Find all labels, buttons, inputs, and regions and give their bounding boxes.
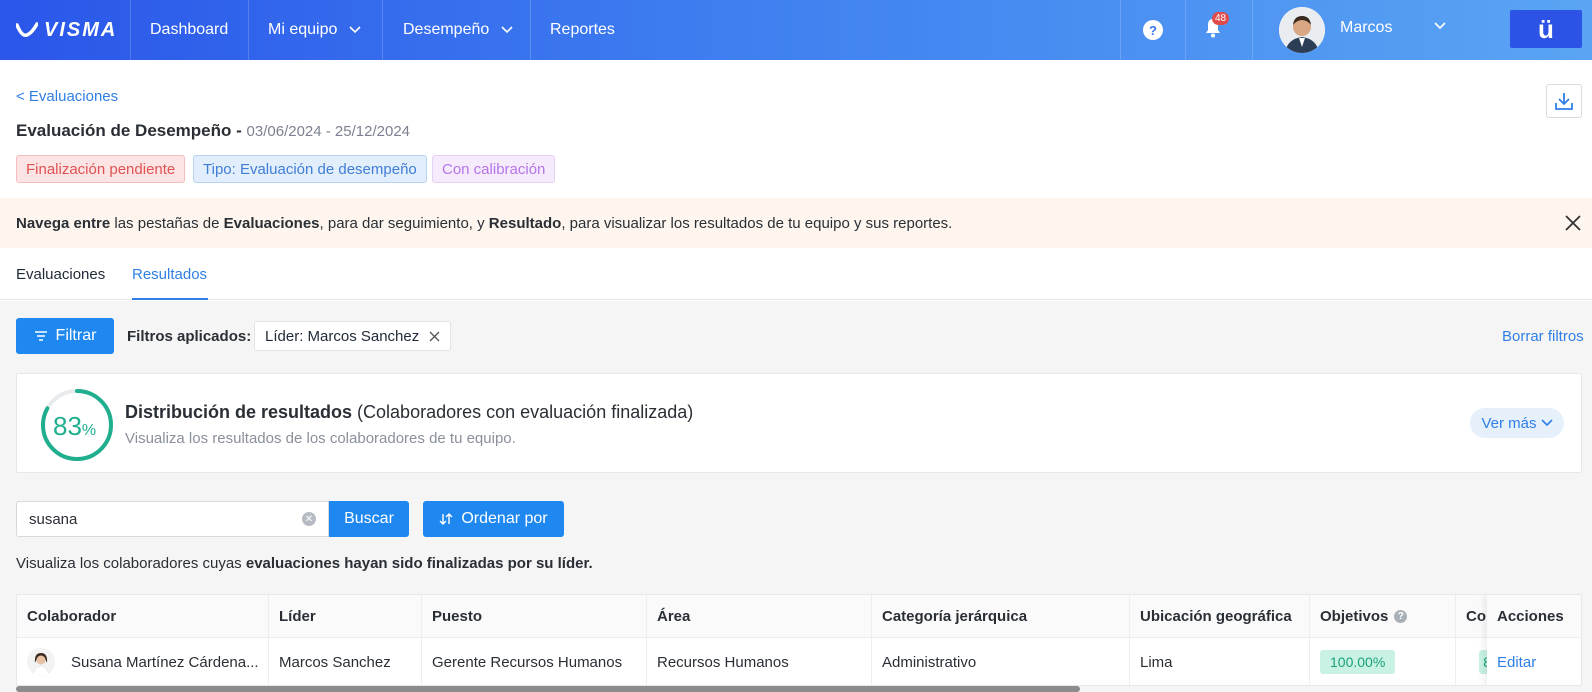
see-more-button[interactable]: Ver más — [1470, 408, 1564, 438]
clear-filters-link[interactable]: Borrar filtros — [1502, 328, 1584, 345]
active-tab-indicator — [132, 298, 208, 300]
sort-button[interactable]: Ordenar por — [423, 501, 564, 537]
visma-logo[interactable]: VISMA — [16, 18, 117, 42]
nav-desempeno-label: Desempeño — [403, 21, 490, 38]
top-navigation-bar: VISMA Dashboard Mi equipo Desempeño Repo… — [0, 0, 1592, 60]
table-cell-location: Lima — [1130, 638, 1310, 685]
info-banner: Navega entre las pestañas de Evaluacione… — [0, 198, 1592, 248]
nav-divider — [382, 0, 383, 60]
edit-link[interactable]: Editar — [1497, 654, 1536, 671]
column-header-category[interactable]: Categoría jerárquica — [872, 595, 1130, 638]
nav-reportes[interactable]: Reportes — [550, 0, 615, 60]
nav-mi-equipo-label: Mi equipo — [268, 21, 338, 38]
objectives-badge: 100.00% — [1320, 650, 1396, 674]
nav-dashboard-label: Dashboard — [150, 21, 229, 38]
type-badge: Tipo: Evaluación de desempeño — [193, 155, 427, 183]
distribution-title: Distribución de resultados (Colaboradore… — [125, 402, 694, 422]
filter-button-label: Filtrar — [55, 327, 97, 344]
app-switcher-button[interactable]: ü — [1510, 10, 1582, 48]
distribution-card: 83% Distribución de resultados (Colabora… — [16, 373, 1582, 473]
chevron-down-icon[interactable] — [1434, 22, 1446, 30]
filter-button[interactable]: Filtrar — [16, 318, 114, 354]
search-button[interactable]: Buscar — [329, 501, 409, 537]
tab-resultados[interactable]: Resultados — [132, 266, 207, 283]
user-name[interactable]: Marcos — [1340, 19, 1392, 37]
nav-dashboard[interactable]: Dashboard — [150, 0, 228, 60]
notification-badge: 48 — [1212, 12, 1230, 25]
table-hint: Visualiza los colaboradores cuyas evalua… — [16, 555, 593, 572]
results-table: Colaborador Líder Puesto Área Categoría … — [16, 594, 1582, 686]
table-cell-actions: Editar — [1487, 638, 1581, 685]
table-cell-category: Administrativo — [872, 638, 1130, 685]
column-header-actions: Acciones — [1487, 595, 1581, 638]
user-avatar-image — [1279, 7, 1325, 53]
table-cell-area: Recursos Humanos — [647, 638, 872, 685]
search-input[interactable] — [16, 501, 329, 537]
chevron-down-icon — [1540, 419, 1553, 427]
close-icon[interactable] — [1564, 214, 1582, 232]
help-icon[interactable]: ? — [1394, 609, 1408, 623]
collaborator-name[interactable]: Susana Martínez Cárdena... — [71, 654, 259, 671]
column-header-collaborator[interactable]: Colaborador — [17, 595, 269, 638]
nav-divider — [1185, 0, 1186, 60]
back-link[interactable]: < Evaluaciones — [16, 88, 118, 105]
nav-divider — [530, 0, 531, 60]
chevron-down-icon — [349, 26, 361, 34]
nav-divider — [1120, 0, 1121, 60]
help-icon[interactable]: ? — [1143, 20, 1163, 40]
filter-icon — [34, 331, 47, 341]
logo-text: VISMA — [44, 18, 118, 41]
download-button[interactable] — [1546, 84, 1582, 118]
visma-logo-icon — [16, 22, 38, 38]
column-header-area[interactable]: Área — [647, 595, 872, 638]
table-cell-position: Gerente Recursos Humanos — [422, 638, 647, 685]
column-header-position[interactable]: Puesto — [422, 595, 647, 638]
column-header-leader[interactable]: Líder — [269, 595, 422, 638]
horizontal-scrollbar[interactable] — [16, 686, 1080, 692]
avatar — [27, 648, 55, 676]
clear-search-icon[interactable]: ✕ — [302, 512, 316, 526]
filter-chip: Líder: Marcos Sanchez — [254, 321, 452, 351]
progress-percent: 83% — [53, 411, 97, 441]
table-cell-leader: Marcos Sanchez — [269, 638, 422, 685]
distribution-subtitle: Visualiza los resultados de los colabora… — [125, 430, 516, 447]
table-cell-collaborator: Susana Martínez Cárdena... — [17, 638, 269, 685]
nav-desempeno[interactable]: Desempeño — [403, 0, 513, 60]
applied-filters-label: Filtros aplicados: — [127, 328, 252, 345]
chevron-down-icon — [501, 26, 513, 34]
column-header-objectives[interactable]: Objetivos? — [1310, 595, 1456, 638]
nav-reportes-label: Reportes — [550, 21, 615, 38]
page-title: Evaluación de Desempeño - 03/06/2024 - 2… — [16, 121, 410, 141]
download-icon — [1555, 93, 1573, 110]
nav-divider — [1252, 0, 1253, 60]
table-cell-objectives: 100.00% — [1310, 638, 1456, 685]
nav-divider — [130, 0, 131, 60]
column-header-location[interactable]: Ubicación geográfica — [1130, 595, 1310, 638]
tab-evaluaciones[interactable]: Evaluaciones — [16, 266, 105, 283]
banner-text: Navega entre las pestañas de Evaluacione… — [16, 214, 953, 232]
evaluation-dates: 03/06/2024 - 25/12/2024 — [246, 123, 411, 140]
nav-divider — [248, 0, 249, 60]
sort-icon — [439, 513, 453, 525]
page-title-text: Evaluación de Desempeño - — [16, 121, 242, 140]
filter-chip-label: Líder: Marcos Sanchez — [265, 327, 420, 345]
tab-bar: Evaluaciones Resultados — [0, 248, 1592, 300]
sort-button-label: Ordenar por — [461, 510, 548, 527]
status-badge: Finalización pendiente — [16, 155, 186, 183]
see-more-label: Ver más — [1481, 414, 1537, 432]
nav-mi-equipo[interactable]: Mi equipo — [268, 0, 361, 60]
calibration-badge: Con calibración — [432, 155, 556, 183]
actions-column: Acciones Editar — [1487, 595, 1581, 685]
user-avatar[interactable] — [1279, 7, 1325, 53]
close-icon[interactable] — [429, 331, 440, 342]
collaborator-avatar-image — [27, 648, 55, 676]
